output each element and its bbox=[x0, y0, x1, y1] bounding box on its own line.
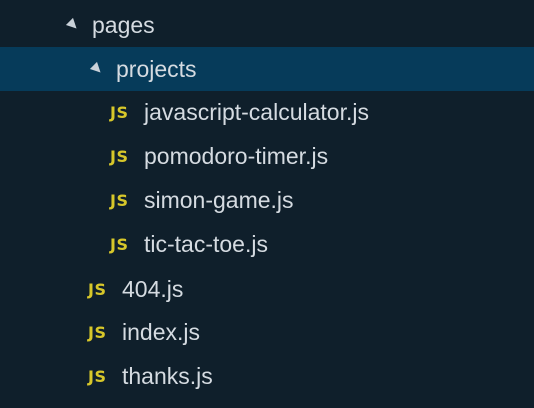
js-file-icon: JS bbox=[110, 190, 129, 210]
chevron-down-icon[interactable] bbox=[89, 61, 105, 77]
chevron-down-icon[interactable] bbox=[65, 17, 81, 33]
file-thanks[interactable]: JS thanks.js bbox=[0, 354, 534, 398]
file-label: thanks.js bbox=[122, 362, 213, 389]
js-file-icon: JS bbox=[88, 322, 107, 342]
file-label: simon-game.js bbox=[144, 186, 294, 213]
js-file-icon: JS bbox=[110, 234, 129, 254]
file-label: javascript-calculator.js bbox=[144, 98, 369, 125]
file-index[interactable]: JS index.js bbox=[0, 310, 534, 354]
js-file-icon: JS bbox=[88, 279, 107, 299]
file-404[interactable]: JS 404.js bbox=[0, 267, 534, 311]
file-javascript-calculator[interactable]: JS javascript-calculator.js bbox=[0, 90, 534, 134]
js-file-icon: JS bbox=[110, 102, 129, 122]
file-pomodoro-timer[interactable]: JS pomodoro-timer.js bbox=[0, 134, 534, 178]
js-file-icon: JS bbox=[110, 146, 129, 166]
file-label: tic-tac-toe.js bbox=[144, 230, 268, 257]
file-label: index.js bbox=[122, 318, 200, 345]
folder-label: projects bbox=[116, 55, 197, 82]
file-label: 404.js bbox=[122, 275, 184, 302]
folder-label: pages bbox=[92, 11, 155, 38]
folder-projects[interactable]: projects bbox=[0, 47, 534, 91]
file-tic-tac-toe[interactable]: JS tic-tac-toe.js bbox=[0, 222, 534, 266]
file-simon-game[interactable]: JS simon-game.js bbox=[0, 178, 534, 222]
js-file-icon: JS bbox=[88, 366, 107, 386]
file-explorer-tree: pages projects JS javascript-calculator.… bbox=[0, 0, 534, 408]
folder-pages[interactable]: pages bbox=[0, 3, 534, 47]
file-label: pomodoro-timer.js bbox=[144, 142, 329, 169]
